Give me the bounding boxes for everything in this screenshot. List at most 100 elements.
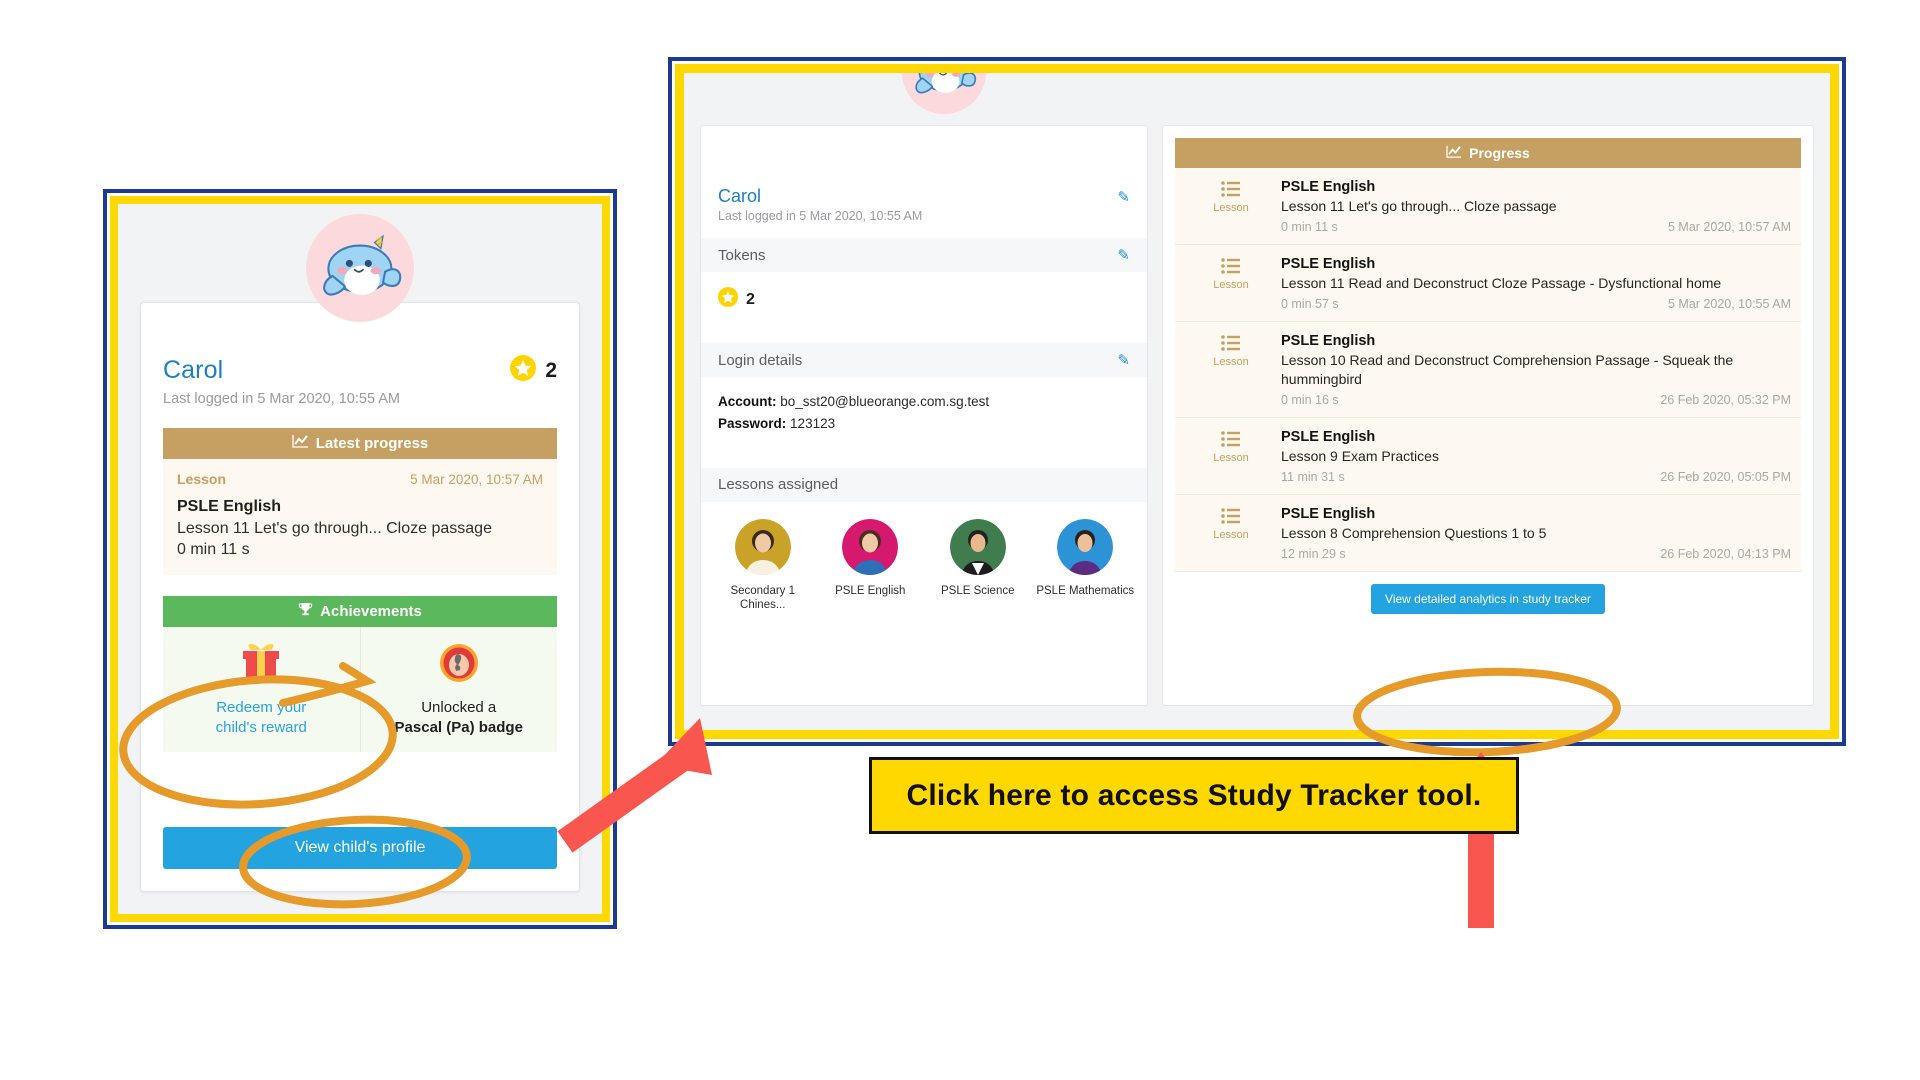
- lessons-section-label: Lessons assigned: [718, 476, 839, 494]
- achievements-body: Redeem your child's reward Unlocked a Pa…: [163, 627, 557, 752]
- callout-text: Click here to access Study Tracker tool.: [906, 778, 1482, 812]
- teacher-avatar-blue: [1057, 518, 1114, 575]
- right-frame-content: Carol ✎ Last logged in 5 Mar 2020, 10:55…: [684, 73, 1830, 730]
- row-description: Lesson 8 Comprehension Questions 1 to 5: [1281, 524, 1547, 541]
- view-child-profile-button[interactable]: View child's profile: [163, 827, 557, 869]
- lesson-duration: 0 min 11 s: [177, 541, 250, 558]
- right-frame-white-gap: Carol ✎ Last logged in 5 Mar 2020, 10:55…: [672, 61, 1842, 742]
- progress-chart-icon: [1446, 145, 1462, 162]
- lessons-section-header: Lessons assigned: [701, 467, 1147, 502]
- badge-medal-icon: [439, 643, 479, 688]
- row-duration: 0 min 57 s: [1281, 297, 1339, 312]
- achievements-header-label: Achievements: [320, 603, 422, 620]
- view-analytics-button[interactable]: View detailed analytics in study tracker: [1371, 584, 1605, 615]
- row-subject: PSLE English: [1281, 179, 1376, 195]
- login-details: Account: bo_sst20@blueorange.com.sg.test…: [701, 377, 1147, 453]
- lesson-subject: PSLE English: [177, 498, 282, 515]
- achievement-badge-unlocked: Unlocked a Pascal (Pa) badge: [359, 627, 558, 752]
- left-frame-content: Carol 2 Last logged in 5 Mar 2020, 10:55…: [118, 204, 602, 914]
- row-date: 26 Feb 2020, 05:05 PM: [1660, 469, 1791, 484]
- list-item[interactable]: Secondary 1 Chines...: [709, 518, 817, 614]
- child-name: Carol: [163, 356, 224, 384]
- lesson-list-icon: Lesson: [1185, 333, 1277, 406]
- tokens-section-label: Tokens: [718, 246, 766, 264]
- list-item[interactable]: PSLE English: [817, 518, 925, 614]
- table-row[interactable]: Lesson PSLE English Lesson 11 Let's go t…: [1175, 168, 1801, 246]
- table-row[interactable]: Lesson PSLE English Lesson 11 Read and D…: [1175, 245, 1801, 323]
- lesson-date: 5 Mar 2020, 10:57 AM: [410, 472, 543, 487]
- lesson-icon-label: Lesson: [1213, 356, 1249, 369]
- redeem-label-line1: Redeem your: [216, 699, 307, 716]
- table-row[interactable]: Lesson PSLE English Lesson 10 Read and D…: [1175, 322, 1801, 418]
- row-date: 26 Feb 2020, 04:13 PM: [1660, 547, 1791, 562]
- token-count: 2: [545, 358, 557, 382]
- row-duration: 0 min 16 s: [1281, 392, 1339, 407]
- callout-banner: Click here to access Study Tracker tool.: [869, 757, 1519, 834]
- latest-progress-header: Latest progress: [163, 428, 557, 459]
- row-date: 5 Mar 2020, 10:55 AM: [1668, 297, 1791, 312]
- achievement-redeem-reward[interactable]: Redeem your child's reward: [163, 627, 360, 752]
- lessons-assigned-list: Secondary 1 Chines... PSLE English PSLE …: [701, 502, 1147, 630]
- account-value: bo_sst20@blueorange.com.sg.test: [780, 394, 990, 409]
- lesson-label: PSLE Science: [940, 584, 1015, 597]
- row-duration: 11 min 31 s: [1281, 469, 1345, 484]
- token-display: 2: [510, 355, 557, 386]
- row-date: 5 Mar 2020, 10:57 AM: [1668, 220, 1791, 235]
- right-frame-yellow: Carol ✎ Last logged in 5 Mar 2020, 10:55…: [675, 64, 1839, 739]
- password-value: 123123: [790, 416, 836, 432]
- last-login-text: Last logged in 5 Mar 2020, 10:55 AM: [718, 209, 923, 223]
- progress-header-label: Progress: [1469, 145, 1530, 161]
- pencil-edit-icon[interactable]: ✎: [1117, 188, 1130, 206]
- lesson-description: Lesson 11 Let's go through... Cloze pass…: [177, 520, 492, 537]
- latest-progress-body: Lesson 5 Mar 2020, 10:57 AM PSLE English…: [163, 459, 557, 575]
- table-row[interactable]: Lesson PSLE English Lesson 8 Comprehensi…: [1175, 494, 1801, 573]
- left-profile-card: Carol 2 Last logged in 5 Mar 2020, 10:55…: [140, 302, 580, 892]
- table-row[interactable]: Lesson PSLE English Lesson 9 Exam Practi…: [1175, 417, 1801, 495]
- lesson-icon-label: Lesson: [1213, 279, 1249, 292]
- row-description: Lesson 9 Exam Practices: [1281, 447, 1439, 464]
- token-count: 2: [746, 290, 755, 308]
- left-frame-yellow: Carol 2 Last logged in 5 Mar 2020, 10:55…: [110, 196, 610, 922]
- screenshot-root: Carol 2 Last logged in 5 Mar 2020, 10:55…: [0, 0, 1920, 1080]
- progress-header: Progress: [1175, 138, 1801, 168]
- row-subject: PSLE English: [1281, 333, 1376, 350]
- lesson-list-icon: Lesson: [1185, 179, 1277, 234]
- redeem-label-line2: child's reward: [215, 718, 307, 736]
- trophy-icon: [298, 602, 313, 621]
- lesson-tag: Lesson: [177, 471, 227, 487]
- left-screenshot-frame: Carol 2 Last logged in 5 Mar 2020, 10:55…: [103, 189, 617, 929]
- child-name: Carol: [718, 186, 762, 206]
- teacher-avatar-pink: [842, 518, 899, 575]
- list-item[interactable]: PSLE Science: [924, 518, 1032, 614]
- lesson-icon-label: Lesson: [1213, 451, 1249, 464]
- achievements-header: Achievements: [163, 596, 557, 627]
- narwhal-avatar: [902, 73, 986, 119]
- pencil-edit-icon[interactable]: ✎: [1117, 351, 1130, 369]
- teacher-avatar-gold: [734, 518, 791, 575]
- row-description: Lesson 11 Read and Deconstruct Cloze Pas…: [1281, 275, 1722, 292]
- password-label: Password:: [718, 416, 787, 432]
- token-display: 2: [701, 272, 1147, 328]
- lesson-icon-label: Lesson: [1213, 202, 1249, 214]
- lesson-icon-label: Lesson: [1213, 528, 1249, 541]
- progress-chart-icon: [292, 434, 309, 453]
- profile-detail-card: Carol ✎ Last logged in 5 Mar 2020, 10:55…: [700, 125, 1148, 706]
- row-description: Lesson 11 Let's go through... Cloze pass…: [1281, 198, 1557, 214]
- row-subject: PSLE English: [1281, 428, 1376, 445]
- star-token-icon: [510, 355, 537, 386]
- list-item[interactable]: PSLE Mathematics: [1032, 518, 1140, 614]
- lesson-list-icon: Lesson: [1185, 506, 1277, 561]
- right-screenshot-frame: Carol ✎ Last logged in 5 Mar 2020, 10:55…: [668, 57, 1846, 746]
- row-subject: PSLE English: [1281, 256, 1376, 273]
- row-subject: PSLE English: [1281, 505, 1376, 522]
- latest-progress-header-label: Latest progress: [315, 435, 429, 452]
- login-section-header: Login details ✎: [701, 343, 1147, 377]
- badge-label-line2: Pascal (Pa) badge: [394, 718, 523, 736]
- pencil-edit-icon[interactable]: ✎: [1117, 246, 1130, 264]
- star-token-icon: [718, 287, 738, 312]
- narwhal-avatar: [306, 214, 414, 327]
- row-date: 26 Feb 2020, 05:32 PM: [1660, 392, 1791, 407]
- login-section-label: Login details: [718, 351, 803, 369]
- progress-card: Progress Lesson PSLE English Lesson 11 L…: [1162, 125, 1814, 706]
- gift-icon: [240, 643, 282, 688]
